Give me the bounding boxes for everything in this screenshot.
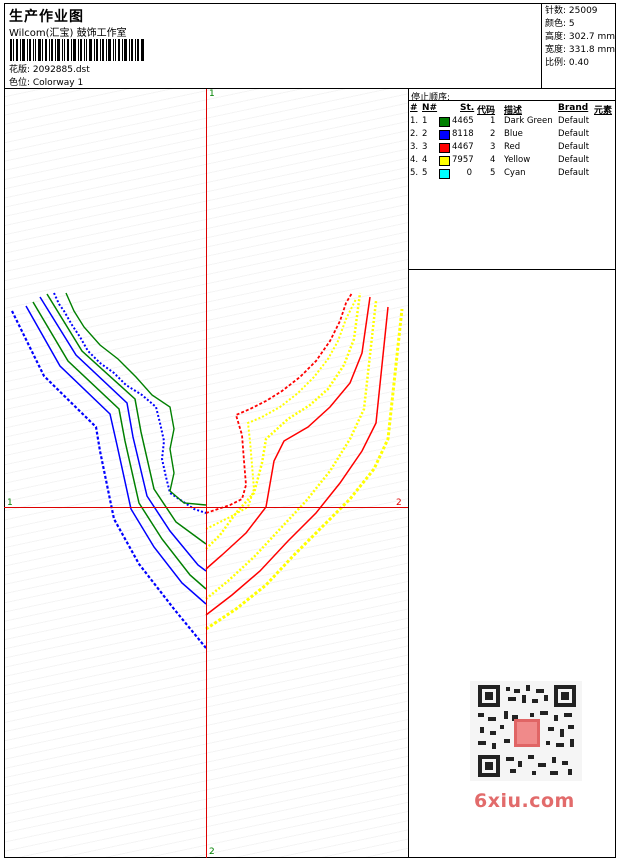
- color-swatch: [439, 143, 450, 153]
- row-desc: Red: [504, 142, 521, 152]
- stitch-path-blue-zigzag: [53, 292, 207, 514]
- row-needle: 4: [422, 155, 428, 165]
- design-canvas: 1 2 1 2: [4, 89, 409, 858]
- stitch-path-blue-outer: [11, 310, 207, 649]
- qr-code-image: [470, 681, 582, 781]
- stitch-path-green-inner: [65, 292, 207, 506]
- row-desc: Dark Green: [504, 116, 553, 126]
- row-desc: Blue: [504, 129, 523, 139]
- header-num: #: [410, 103, 418, 113]
- color-table-row: 2. 2 8118 2 Blue Default: [409, 129, 616, 142]
- axis-label-bottom: 2: [209, 847, 215, 857]
- header-stitches: St.: [460, 103, 475, 113]
- stitch-path-yellow-inner: [205, 298, 357, 530]
- stitch-count: 针数: 25009: [545, 6, 598, 16]
- header-desc: 描述: [504, 106, 523, 116]
- row-code: 5: [490, 168, 496, 178]
- row-stitches: 4465: [452, 116, 474, 126]
- design-height: 高度: 302.7 mm: [545, 32, 616, 42]
- design-scale: 比例: 0.40: [545, 58, 589, 68]
- color-table-row: 1. 1 4465 1 Dark Green Default: [409, 116, 616, 129]
- stitch-path-red-outer: [205, 306, 389, 616]
- row-stitches: 8118: [452, 129, 474, 139]
- header-needle: N#: [422, 103, 438, 113]
- row-desc: Cyan: [504, 168, 526, 178]
- row-code: 2: [490, 129, 496, 139]
- row-needle: 5: [422, 168, 428, 178]
- color-table-row: 3. 3 4467 3 Red Default: [409, 142, 616, 155]
- stitch-path-yellow-outer: [205, 308, 404, 631]
- stitch-path-green-1: [32, 301, 207, 590]
- header-element: 元素: [594, 106, 613, 116]
- sheet-header: 生产作业图 Wilcom(汇宝) 鼓饰工作室 花版: 2092885.dst 色…: [4, 3, 616, 89]
- row-code: 1: [490, 116, 496, 126]
- colorway-label: 色位: Colorway 1: [9, 78, 84, 88]
- vertical-axis-line: [206, 89, 207, 858]
- header-brand: Brand: [558, 103, 589, 113]
- row-code: 3: [490, 142, 496, 152]
- stitch-path-red-2: [205, 296, 371, 570]
- row-stitches: 0: [466, 168, 472, 178]
- row-num: 5.: [410, 168, 419, 178]
- color-table-header: # N# St. 代码 描述 Brand 元素: [409, 103, 616, 116]
- row-needle: 1: [422, 116, 428, 126]
- row-code: 4: [490, 155, 496, 165]
- color-table-row: 5. 5 0 5 Cyan Default: [409, 168, 616, 181]
- color-swatch: [439, 156, 450, 166]
- barcode-image: [10, 39, 144, 61]
- color-count: 颜色: 5: [545, 19, 575, 29]
- row-brand: Default: [558, 142, 590, 152]
- row-needle: 3: [422, 142, 428, 152]
- row-num: 2.: [410, 129, 419, 139]
- color-swatch: [439, 117, 450, 127]
- axis-label-left: 1: [7, 498, 13, 508]
- row-needle: 2: [422, 129, 428, 139]
- watermark-text: 6xiu.com: [474, 790, 575, 812]
- color-swatch: [439, 130, 450, 140]
- axis-label-top: 1: [209, 89, 215, 99]
- color-table: # N# St. 代码 描述 Brand 元素 1. 1 4465 1 Dark Gre…: [409, 100, 616, 270]
- color-swatch: [439, 169, 450, 179]
- stitch-path-red-zigzag: [205, 292, 353, 514]
- row-brand: Default: [558, 168, 590, 178]
- horizontal-axis-line: [4, 507, 408, 508]
- production-sheet: 生产作业图 Wilcom(汇宝) 鼓饰工作室 花版: 2092885.dst 色…: [0, 0, 620, 861]
- design-width: 宽度: 331.8 mm: [545, 45, 616, 55]
- axis-label-right: 2: [396, 498, 402, 508]
- header-code: 代码: [477, 106, 496, 116]
- color-table-row: 4. 4 7957 4 Yellow Default: [409, 155, 616, 168]
- design-file-label: 花版: 2092885.dst: [9, 65, 90, 75]
- design-info-box: 针数: 25009 颜色: 5 高度: 302.7 mm 宽度: 331.8 m…: [541, 3, 616, 89]
- stitch-path-yellow-2: [205, 300, 378, 600]
- sheet-title: 生产作业图: [9, 9, 84, 25]
- row-stitches: 4467: [452, 142, 474, 152]
- row-stitches: 7957: [452, 155, 474, 165]
- row-brand: Default: [558, 116, 590, 126]
- stitch-path-blue-2: [25, 305, 207, 605]
- row-desc: Yellow: [504, 155, 531, 165]
- row-num: 3.: [410, 142, 419, 152]
- row-brand: Default: [558, 129, 590, 139]
- company-name: Wilcom(汇宝) 鼓饰工作室: [9, 28, 127, 39]
- row-num: 4.: [410, 155, 419, 165]
- row-brand: Default: [558, 155, 590, 165]
- row-num: 1.: [410, 116, 419, 126]
